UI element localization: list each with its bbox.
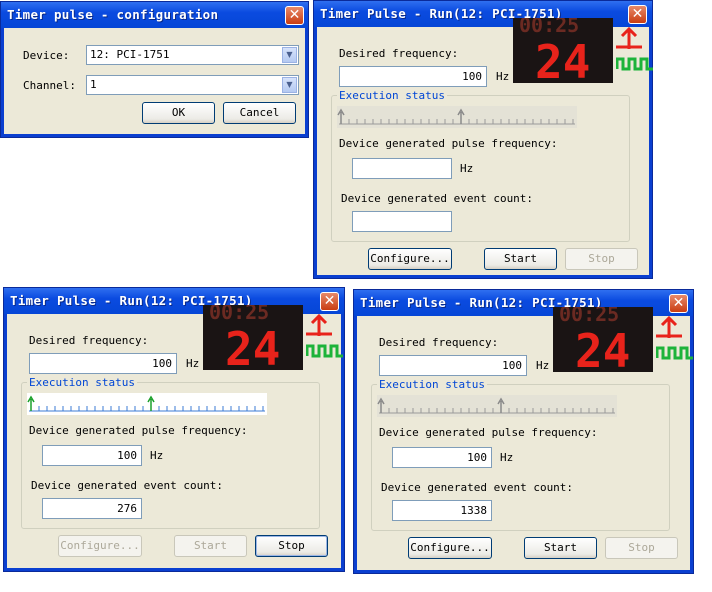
pulse-frequency-field: 100 (42, 445, 142, 466)
close-icon[interactable]: ✕ (669, 294, 688, 313)
channel-select[interactable]: 1 ▼ (86, 75, 299, 95)
pulse-marker-icon (457, 108, 465, 124)
window-title: Timer pulse - configuration (7, 7, 219, 22)
pulse-marker-icon (377, 397, 385, 413)
pulse-frequency-label: Device generated pulse frequency: (29, 424, 248, 437)
hz-label: Hz (536, 359, 550, 372)
execution-status-label: Execution status (27, 376, 137, 389)
event-count-label: Device generated event count: (341, 192, 534, 205)
desired-frequency-label: Desired frequency: (339, 47, 459, 60)
pulse-signal-icon (615, 26, 654, 73)
start-button[interactable]: Start (174, 535, 247, 557)
run-window-3: Timer Pulse - Run(12: PCI-1751) ✕ 00:25 … (353, 289, 694, 574)
configure-button[interactable]: Configure... (368, 248, 452, 270)
run-window-1: Timer Pulse - Run(12: PCI-1751) ✕ 00:25 … (313, 0, 653, 279)
pulse-hz-label: Hz (460, 162, 474, 175)
desired-frequency-label: Desired frequency: (29, 334, 149, 347)
close-icon[interactable]: ✕ (320, 292, 339, 311)
execution-status-ticks (27, 395, 265, 412)
pulse-marker-icon (27, 395, 35, 411)
stop-button[interactable]: Stop (255, 535, 328, 557)
run-window-2: Timer Pulse - Run(12: PCI-1751) ✕ 00:25 … (3, 287, 345, 572)
desired-frequency-label: Desired frequency: (379, 336, 499, 349)
start-button[interactable]: Start (524, 537, 597, 559)
desired-frequency-input[interactable]: 100 (29, 353, 177, 374)
device-value: 12: PCI-1751 (90, 48, 170, 61)
event-count-field (352, 211, 452, 232)
pulse-frequency-label: Device generated pulse frequency: (379, 426, 598, 439)
event-count-field: 276 (42, 498, 142, 519)
digital-clock-icon: 00:25 24 (553, 307, 653, 372)
run-client: 00:25 24 Desired frequency: 100 Hz Execu… (357, 307, 693, 570)
event-count-label: Device generated event count: (381, 481, 574, 494)
execution-status-track (27, 393, 267, 415)
start-button[interactable]: Start (484, 248, 557, 270)
execution-status-ticks (337, 108, 575, 125)
clock-display: 00:25 24 (209, 305, 280, 370)
execution-status-label: Execution status (377, 378, 487, 391)
pulse-marker-icon (147, 395, 155, 411)
pulse-marker-icon (497, 397, 505, 413)
clock-main-digits: 24 (225, 322, 280, 370)
stop-button[interactable]: Stop (605, 537, 678, 559)
execution-status-label: Execution status (337, 89, 447, 102)
execution-status-ticks (377, 397, 615, 414)
desired-frequency-input[interactable]: 100 (339, 66, 487, 87)
run-client: 00:25 24 Desired frequency: 100 Hz Execu… (317, 18, 653, 275)
desired-frequency-input[interactable]: 100 (379, 355, 527, 376)
stop-button[interactable]: Stop (565, 248, 638, 270)
run-client: 00:25 24 Desired frequency: 100 Hz Execu… (7, 305, 344, 568)
config-dialog: Timer pulse - configuration ✕ Device: 12… (0, 1, 309, 138)
pulse-frequency-field (352, 158, 452, 179)
config-client: Device: 12: PCI-1751 ▼ Channel: 1 ▼ OK C… (4, 28, 305, 134)
clock-display: 00:25 24 (519, 18, 590, 83)
chevron-down-icon[interactable]: ▼ (282, 77, 297, 93)
clock-display: 00:25 24 (559, 307, 630, 372)
hz-label: Hz (496, 70, 510, 83)
device-label: Device: (23, 49, 70, 62)
channel-label: Channel: (23, 79, 76, 92)
clock-main-digits: 24 (575, 324, 630, 372)
hz-label: Hz (186, 357, 200, 370)
clock-main-digits: 24 (535, 35, 590, 83)
pulse-hz-label: Hz (500, 451, 514, 464)
pulse-marker-icon (337, 108, 345, 124)
execution-status-track (337, 106, 577, 128)
close-icon[interactable]: ✕ (628, 5, 647, 24)
channel-value: 1 (90, 78, 97, 91)
digital-clock-icon: 00:25 24 (203, 305, 303, 370)
chevron-down-icon[interactable]: ▼ (282, 47, 297, 63)
device-select[interactable]: 12: PCI-1751 ▼ (86, 45, 299, 65)
pulse-frequency-label: Device generated pulse frequency: (339, 137, 558, 150)
configure-button[interactable]: Configure... (408, 537, 492, 559)
pulse-signal-icon (655, 315, 694, 362)
ok-button[interactable]: OK (142, 102, 215, 124)
event-count-label: Device generated event count: (31, 479, 224, 492)
pulse-hz-label: Hz (150, 449, 164, 462)
cancel-button[interactable]: Cancel (223, 102, 296, 124)
pulse-signal-icon (305, 313, 344, 360)
configure-button[interactable]: Configure... (58, 535, 142, 557)
config-titlebar[interactable]: Timer pulse - configuration ✕ (1, 2, 308, 28)
event-count-field: 1338 (392, 500, 492, 521)
pulse-frequency-field: 100 (392, 447, 492, 468)
execution-status-track (377, 395, 617, 417)
close-icon[interactable]: ✕ (285, 6, 304, 25)
digital-clock-icon: 00:25 24 (513, 18, 613, 83)
